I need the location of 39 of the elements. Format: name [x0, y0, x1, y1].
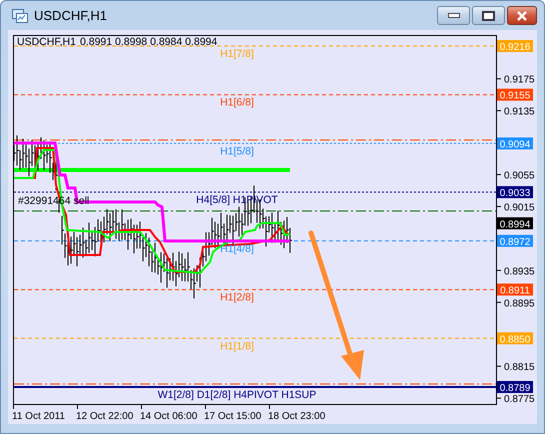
price-tag: 0.9216 [497, 40, 533, 53]
close-button[interactable] [507, 6, 537, 25]
price-tag: 0.9094 [497, 137, 533, 150]
price-axis-label: 0.8775 [504, 394, 535, 406]
price-tag: 0.9155 [497, 88, 533, 102]
price-axis-label: 0.9055 [504, 170, 535, 182]
level-label: H1[6/8] [220, 96, 254, 109]
price-tag: 0.8789 [497, 381, 533, 394]
ohlc-values: 0.8991 0.8998 0.8984 0.8994 [80, 36, 218, 48]
price-axis-label: 0.9135 [504, 106, 535, 118]
price-axis-label: 0.8935 [504, 266, 535, 278]
minimize-button[interactable] [437, 6, 470, 25]
maximize-button[interactable] [472, 6, 505, 25]
time-axis-label: 12 Oct 22:00 [76, 411, 134, 422]
level-label: H1[4/8] [220, 242, 254, 255]
symbol-label: USDCHF,H1 [17, 36, 76, 48]
current-price-tag: 0.8994 [497, 217, 533, 230]
chart-window-icon [12, 8, 28, 22]
price-tag: 0.8911 [497, 284, 533, 297]
level-label: H1[1/8] [220, 340, 254, 352]
time-axis-label: 17 Oct 15:00 [204, 411, 262, 422]
time-axis-label: 11 Oct 2011 [12, 411, 65, 422]
close-icon [516, 10, 528, 20]
price-tag: 0.8972 [497, 234, 533, 248]
time-axis-label: 18 Oct 23:00 [268, 411, 326, 422]
level-label: H1[7/8] [220, 48, 254, 60]
price-tag: 0.8850 [497, 332, 533, 346]
level-label: H1[2/8] [220, 292, 254, 304]
window-title: USDCHF,H1 [34, 8, 107, 23]
level-label: H1[5/8] [220, 145, 254, 158]
price-axis-label: 0.8895 [504, 298, 535, 310]
level-label: W1[2/8] D1[2/8] H4PIVOT H1SUP [158, 389, 316, 401]
minimize-icon [448, 13, 460, 18]
price-axis-label: 0.8815 [504, 362, 535, 374]
price-tag: 0.9033 [497, 186, 533, 200]
price-axis-label: 0.9175 [504, 74, 535, 86]
maximize-icon [482, 10, 495, 20]
time-axis-label: 14 Oct 06:00 [140, 411, 198, 422]
price-axis-label: 0.9015 [504, 202, 535, 214]
